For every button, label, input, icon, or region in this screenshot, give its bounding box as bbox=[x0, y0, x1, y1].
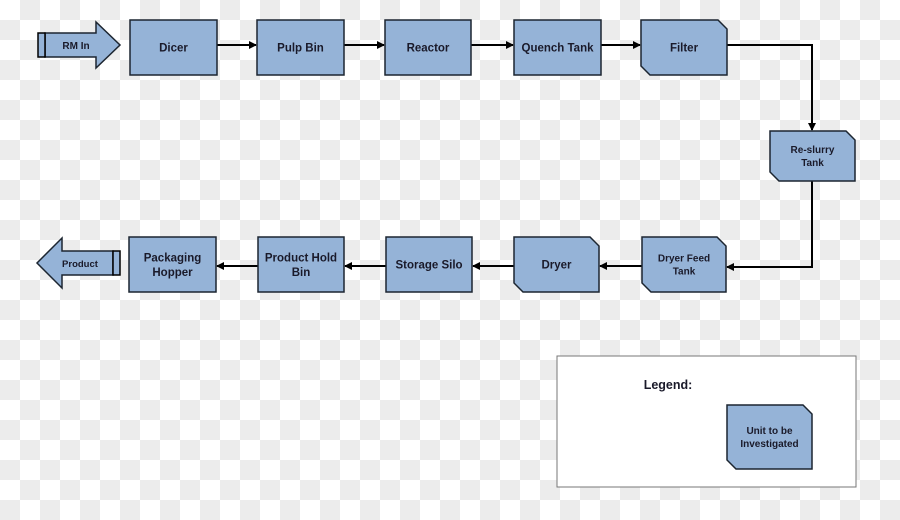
unit-label: Tank bbox=[673, 267, 696, 278]
outlet-label: Product bbox=[62, 259, 99, 270]
unit-box bbox=[641, 236, 727, 293]
unit-label: Storage Silo bbox=[395, 260, 462, 272]
outlet-stub bbox=[112, 250, 121, 276]
unit-label: Pulp Bin bbox=[277, 43, 324, 55]
unit-dicer[interactable]: Dicer bbox=[129, 19, 218, 76]
unit-label: Filter bbox=[670, 43, 699, 55]
unit-packaging-hopper[interactable]: Packaging Hopper bbox=[128, 236, 217, 293]
unit-label: Product Hold bbox=[265, 252, 337, 264]
legend-sample-box bbox=[726, 404, 813, 470]
legend: Legend: Unit to be Investigated bbox=[556, 355, 857, 488]
inlet-stub bbox=[37, 32, 46, 58]
unit-label: Quench Tank bbox=[522, 43, 595, 55]
flow-arrow bbox=[727, 44, 816, 131]
unit-quench-tank[interactable]: Quench Tank bbox=[513, 19, 602, 76]
unit-label: Packaging bbox=[144, 252, 202, 264]
unit-box bbox=[257, 236, 345, 293]
flow-arrow bbox=[726, 181, 813, 271]
inlet-label: RM In bbox=[62, 41, 89, 52]
unit-label: Tank bbox=[801, 158, 824, 169]
unit-label: Dryer Feed bbox=[658, 254, 710, 265]
unit-dryer[interactable]: Dryer bbox=[513, 236, 600, 293]
unit-label: Unit to be bbox=[746, 426, 793, 437]
unit-label: Dicer bbox=[159, 43, 188, 55]
unit-label: Investigated bbox=[740, 439, 798, 450]
legend-sample-unit: Unit to be Investigated bbox=[726, 404, 813, 470]
unit-label: Bin bbox=[292, 267, 311, 279]
unit-box bbox=[769, 130, 856, 182]
unit-storage-silo[interactable]: Storage Silo bbox=[385, 236, 473, 293]
unit-pulp-bin[interactable]: Pulp Bin bbox=[256, 19, 345, 76]
unit-label: Dryer bbox=[541, 260, 572, 272]
unit-filter[interactable]: Filter bbox=[640, 19, 728, 76]
unit-box bbox=[128, 236, 217, 293]
outlet-product: Product bbox=[35, 236, 121, 290]
unit-dryer-feed-tank[interactable]: Dryer Feed Tank bbox=[641, 236, 727, 293]
legend-title: Legend: bbox=[644, 378, 693, 392]
unit-label: Re-slurry bbox=[791, 145, 835, 156]
unit-product-hold-bin[interactable]: Product Hold Bin bbox=[257, 236, 345, 293]
inlet-rm-in: RM In bbox=[37, 20, 122, 70]
unit-re-slurry-tank[interactable]: Re-slurry Tank bbox=[769, 130, 856, 182]
unit-label: Reactor bbox=[407, 43, 450, 55]
unit-reactor[interactable]: Reactor bbox=[384, 19, 472, 76]
unit-label: Hopper bbox=[152, 267, 193, 279]
process-flow-diagram: Dicer Pulp Bin Reactor Quench Tank Filter Re-… bbox=[35, 19, 857, 488]
